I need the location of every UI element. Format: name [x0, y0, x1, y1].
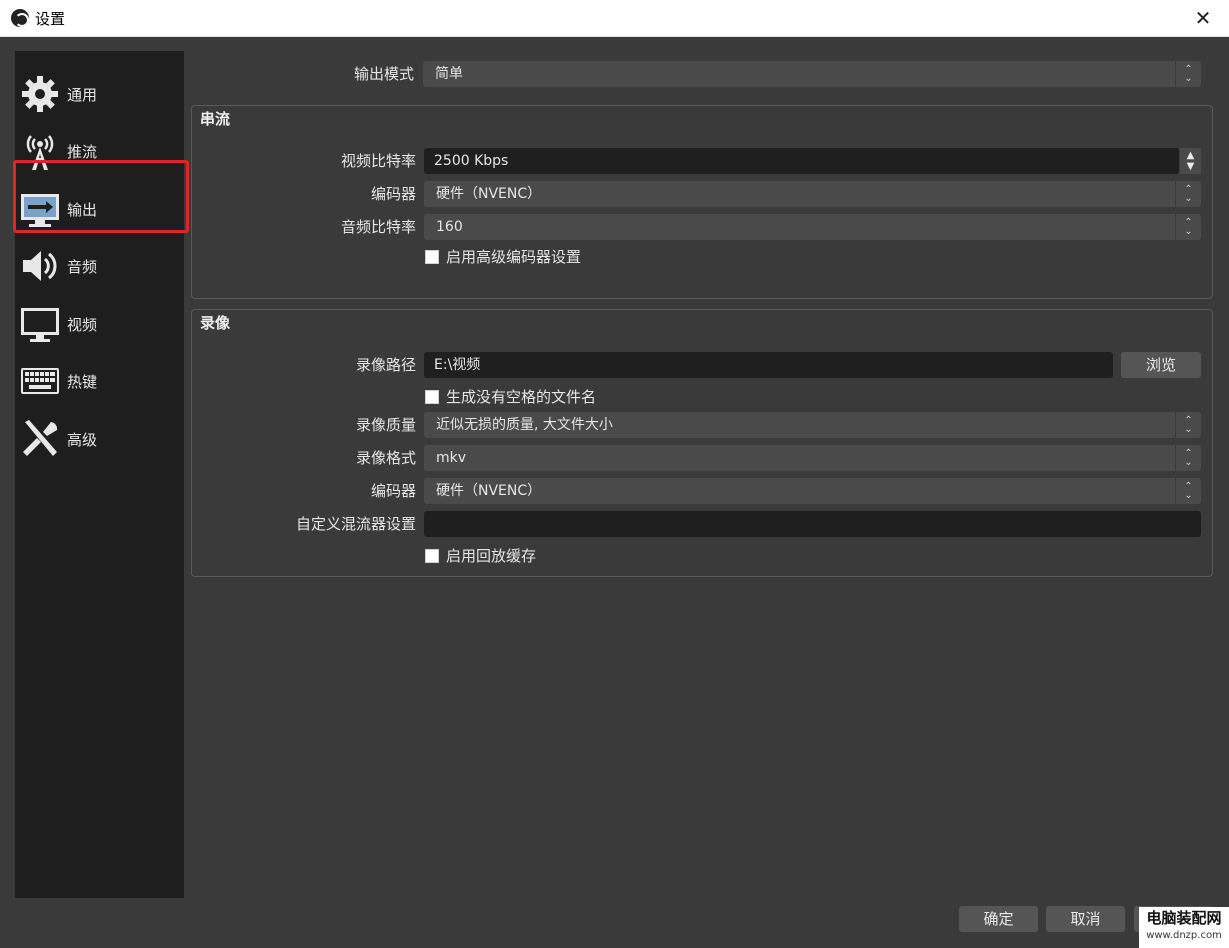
- output-mode-value: 简单: [435, 66, 463, 82]
- sidebar-item-label: 推流: [67, 142, 98, 161]
- recording-quality-value: 近似无损的质量, 大文件大小: [436, 417, 613, 433]
- replay-buffer-checkbox[interactable]: 启用回放缓存: [425, 545, 536, 566]
- window-title: 设置: [35, 9, 66, 28]
- no-space-filename-label: 生成没有空格的文件名: [446, 388, 597, 406]
- speaker-icon: [19, 245, 61, 287]
- audio-bitrate-value: 160: [436, 219, 463, 235]
- broadcast-tower-icon: [19, 130, 61, 172]
- monitor-icon: [19, 303, 61, 345]
- chevron-updown-icon: ⌃ ⌄: [1175, 181, 1201, 207]
- title-bar: 设置 ✕: [0, 0, 1229, 37]
- sidebar-item-hotkeys[interactable]: 热键: [15, 353, 184, 409]
- recording-path-input[interactable]: E:\视频: [424, 352, 1113, 378]
- gear-icon: [19, 73, 61, 115]
- video-bitrate-spinner[interactable]: ▲ ▼: [1180, 148, 1201, 174]
- sidebar-item-video[interactable]: 视频: [15, 296, 184, 352]
- output-mode-select[interactable]: 简单 ⌃ ⌄: [423, 61, 1201, 87]
- recording-quality-select[interactable]: 近似无损的质量, 大文件大小 ⌃ ⌄: [424, 412, 1201, 438]
- monitor-output-icon: [19, 188, 61, 230]
- chevron-updown-icon: ⌃ ⌄: [1175, 214, 1201, 240]
- watermark: 电脑装配网 www.dnzp.com: [1139, 907, 1229, 948]
- sidebar-item-general[interactable]: 通用: [15, 66, 184, 122]
- watermark-line2: www.dnzp.com: [1146, 930, 1222, 941]
- sidebar-item-label: 输出: [67, 200, 98, 219]
- recording-path-label: 录像路径: [355, 356, 416, 374]
- chevron-updown-icon: ⌃ ⌄: [1175, 412, 1201, 438]
- advanced-encoder-checkbox[interactable]: 启用高级编码器设置: [425, 246, 581, 267]
- obs-logo-icon: [11, 9, 29, 27]
- close-icon[interactable]: ✕: [1191, 6, 1215, 30]
- recording-encoder-label: 编码器: [370, 482, 416, 500]
- recording-encoder-select[interactable]: 硬件（NVENC） ⌃ ⌄: [424, 478, 1201, 504]
- recording-format-label: 录像格式: [355, 449, 416, 467]
- browse-button[interactable]: 浏览: [1121, 352, 1201, 378]
- custom-muxer-label: 自定义混流器设置: [295, 515, 416, 533]
- chevron-updown-icon: ⌃ ⌄: [1175, 445, 1201, 471]
- checkbox-box[interactable]: [425, 389, 439, 404]
- video-bitrate-input[interactable]: 2500 Kbps: [424, 148, 1179, 174]
- sidebar-item-audio[interactable]: 音频: [15, 238, 184, 294]
- custom-muxer-input[interactable]: [424, 511, 1201, 537]
- sidebar-item-stream[interactable]: 推流: [15, 123, 184, 179]
- recording-encoder-value: 硬件（NVENC）: [436, 483, 542, 499]
- recording-format-value: mkv: [436, 450, 467, 466]
- sidebar-item-label: 音频: [67, 257, 98, 276]
- audio-bitrate-label: 音频比特率: [340, 218, 416, 236]
- recording-group-title: 录像: [200, 314, 231, 332]
- keyboard-icon: [19, 360, 61, 402]
- checkbox-box[interactable]: [425, 548, 439, 563]
- advanced-encoder-label: 启用高级编码器设置: [446, 248, 582, 266]
- sidebar-item-label: 通用: [67, 85, 98, 104]
- ok-button[interactable]: 确定: [959, 906, 1038, 932]
- sidebar-item-label: 热键: [67, 372, 98, 391]
- settings-window: 通用 推流 输出 音频 视频 热键 高级 输出模式 简单 ⌃ ⌄ 串流 视频比特…: [0, 37, 1229, 948]
- sidebar-item-label: 视频: [67, 315, 98, 334]
- watermark-line1: 电脑装配网: [1146, 909, 1222, 927]
- video-bitrate-label: 视频比特率: [340, 152, 416, 170]
- stream-encoder-value: 硬件（NVENC）: [436, 186, 542, 202]
- chevron-updown-icon: ⌃ ⌄: [1175, 61, 1201, 87]
- no-space-filename-checkbox[interactable]: 生成没有空格的文件名: [425, 386, 596, 407]
- sidebar-item-advanced[interactable]: 高级: [15, 411, 184, 467]
- output-mode-label: 输出模式: [353, 65, 414, 83]
- spin-up-icon[interactable]: ▲: [1187, 150, 1195, 161]
- tools-icon: [19, 418, 61, 460]
- spin-down-icon[interactable]: ▼: [1187, 161, 1195, 172]
- stream-encoder-label: 编码器: [370, 185, 416, 203]
- recording-format-select[interactable]: mkv ⌃ ⌄: [424, 445, 1201, 471]
- streaming-group-title: 串流: [200, 110, 231, 128]
- sidebar-item-output[interactable]: 输出: [15, 181, 184, 237]
- replay-buffer-label: 启用回放缓存: [446, 547, 537, 565]
- sidebar: 通用 推流 输出 音频 视频 热键 高级: [15, 51, 184, 898]
- recording-quality-label: 录像质量: [355, 416, 416, 434]
- audio-bitrate-select[interactable]: 160 ⌃ ⌄: [424, 214, 1201, 240]
- sidebar-item-label: 高级: [67, 430, 98, 449]
- cancel-button[interactable]: 取消: [1046, 906, 1125, 932]
- checkbox-box[interactable]: [425, 249, 439, 264]
- chevron-updown-icon: ⌃ ⌄: [1175, 478, 1201, 504]
- stream-encoder-select[interactable]: 硬件（NVENC） ⌃ ⌄: [424, 181, 1201, 207]
